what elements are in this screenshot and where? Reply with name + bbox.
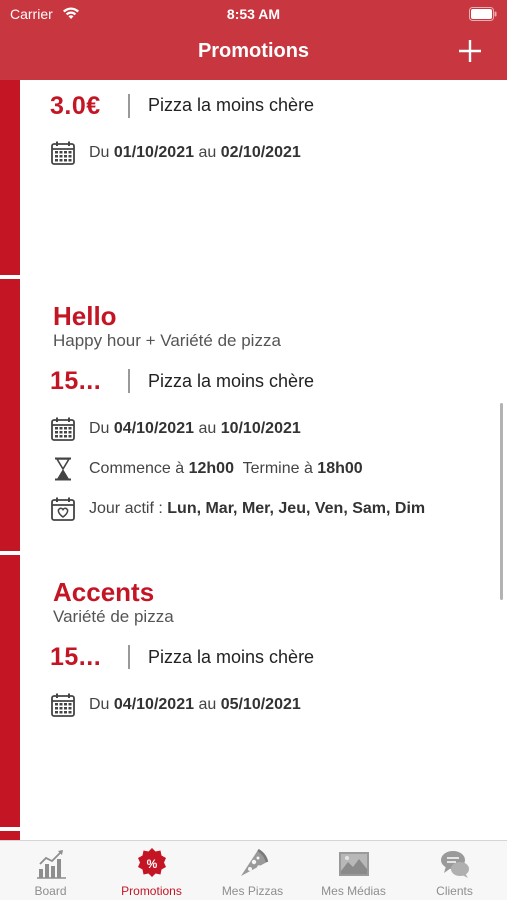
end-time: 18h00 bbox=[317, 460, 363, 477]
divider bbox=[128, 94, 130, 118]
svg-text:%: % bbox=[147, 857, 158, 871]
chat-bubbles-icon bbox=[441, 851, 469, 878]
tab-clients[interactable]: Clients bbox=[404, 841, 505, 900]
promo-dates-row: Du 04/10/2021 au 10/10/2021 bbox=[50, 416, 301, 442]
promo-type: Pizza la moins chère bbox=[148, 371, 315, 391]
promotion-card[interactable]: 3.0€ Pizza la moins chère Du 01/10/2021 … bbox=[20, 80, 507, 277]
calendar-icon bbox=[51, 693, 75, 717]
active-days-value: Lun, Mar, Mer, Jeu, Ven, Sam, Dim bbox=[167, 500, 426, 517]
dates-prefix: Du bbox=[89, 696, 110, 713]
pizza-icon bbox=[241, 848, 269, 876]
promo-days-row: Jour actif : Lun, Mar, Mer, Jeu, Ven, Sa… bbox=[50, 496, 425, 522]
nav-header: Carrier 8:53 AM Promotions bbox=[0, 0, 507, 80]
promo-price: 3.0€ bbox=[50, 92, 101, 120]
status-bar: Carrier 8:53 AM bbox=[0, 0, 507, 28]
divider bbox=[128, 369, 130, 393]
end-date: 10/10/2021 bbox=[220, 420, 301, 437]
promo-accent-strip bbox=[0, 80, 20, 275]
scrollbar[interactable] bbox=[500, 403, 503, 600]
promo-accent-strip bbox=[0, 831, 20, 840]
start-time: 12h00 bbox=[188, 460, 234, 477]
tab-bar: Board % Promotions Mes Pizzas Mes Médias bbox=[0, 840, 507, 900]
promo-hours-row: Commence à 12h00 Termine à 18h00 bbox=[50, 456, 363, 482]
tab-mes-pizzas[interactable]: Mes Pizzas bbox=[202, 841, 303, 900]
tab-board[interactable]: Board bbox=[0, 841, 101, 900]
tab-label: Promotions bbox=[121, 884, 182, 898]
active-days-label: Jour actif : bbox=[89, 500, 163, 517]
dates-connector: au bbox=[198, 420, 217, 437]
hourglass-icon bbox=[55, 457, 71, 481]
calendar-icon bbox=[51, 417, 75, 441]
tab-mes-medias[interactable]: Mes Médias bbox=[303, 841, 404, 900]
end-date: 05/10/2021 bbox=[220, 696, 301, 713]
image-icon bbox=[339, 852, 369, 876]
start-date: 04/10/2021 bbox=[113, 420, 194, 437]
tab-promotions[interactable]: % Promotions bbox=[101, 841, 202, 900]
dates-connector: au bbox=[198, 144, 217, 161]
promo-dates-row: Du 01/10/2021 au 02/10/2021 bbox=[50, 140, 301, 166]
calendar-heart-icon bbox=[51, 497, 75, 521]
promo-accent-strip bbox=[0, 279, 20, 551]
promotion-card[interactable]: Hello Happy hour + Variété de pizza 15..… bbox=[20, 279, 507, 553]
promo-price: 15... bbox=[50, 367, 102, 395]
start-date: 04/10/2021 bbox=[113, 696, 194, 713]
promo-title: Accents bbox=[53, 577, 155, 607]
tab-label: Board bbox=[34, 884, 67, 898]
battery-icon bbox=[469, 7, 497, 21]
tab-label: Mes Pizzas bbox=[221, 884, 284, 898]
add-promotion-button[interactable] bbox=[455, 36, 485, 66]
promo-title: Hello bbox=[53, 301, 117, 331]
start-date: 01/10/2021 bbox=[113, 144, 194, 161]
promo-subtitle: Happy hour + Variété de pizza bbox=[53, 331, 281, 350]
promo-type: Pizza la moins chère bbox=[148, 647, 315, 667]
calendar-icon bbox=[51, 141, 75, 165]
dates-prefix: Du bbox=[89, 420, 110, 437]
chart-icon bbox=[37, 850, 66, 879]
promo-accent-strip bbox=[0, 555, 20, 827]
dates-connector: au bbox=[198, 696, 217, 713]
percent-badge-icon: % bbox=[138, 848, 166, 877]
start-time-label: Commence à bbox=[89, 460, 185, 477]
promo-price: 15... bbox=[50, 643, 102, 671]
promo-subtitle: Variété de pizza bbox=[53, 607, 174, 626]
promo-dates-row: Du 04/10/2021 au 05/10/2021 bbox=[50, 692, 301, 718]
tab-label: Clients bbox=[436, 884, 473, 898]
divider bbox=[128, 645, 130, 669]
promo-type: Pizza la moins chère bbox=[148, 95, 315, 115]
end-time-label: Termine à bbox=[242, 460, 313, 477]
page-title: Promotions bbox=[197, 40, 310, 62]
status-time: 8:53 AM bbox=[226, 6, 281, 22]
end-date: 02/10/2021 bbox=[220, 144, 301, 161]
dates-prefix: Du bbox=[89, 144, 110, 161]
tab-label: Mes Médias bbox=[321, 884, 386, 898]
promotion-card[interactable]: Accents Variété de pizza 15... Pizza la … bbox=[20, 555, 507, 829]
